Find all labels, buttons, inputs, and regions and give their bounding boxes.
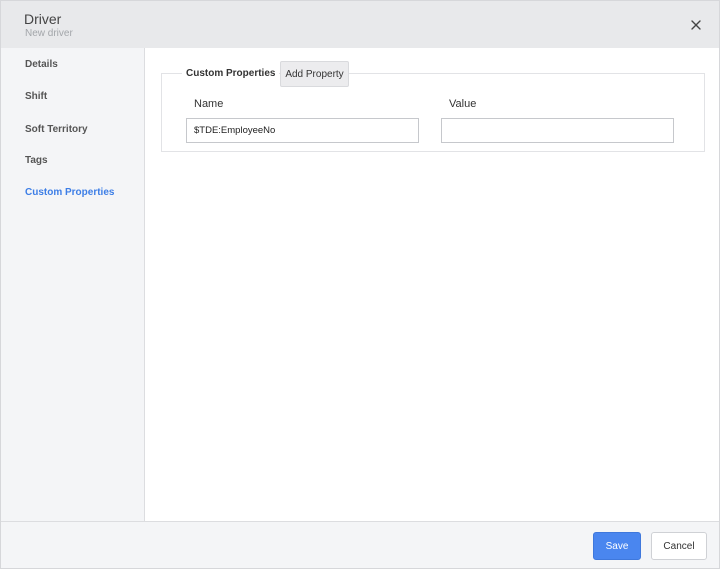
custom-properties-fieldset: Custom Properties Add Property Name Valu… (161, 61, 705, 152)
custom-properties-legend: Custom Properties (182, 68, 280, 79)
add-property-button[interactable]: Add Property (280, 61, 349, 87)
property-value-input[interactable] (441, 118, 674, 143)
sidebar-item-tags[interactable]: Tags (25, 155, 48, 166)
cancel-button[interactable]: Cancel (651, 532, 707, 560)
dialog-title: Driver (24, 11, 62, 27)
sidebar-item-shift[interactable]: Shift (25, 91, 47, 102)
main-content: Custom Properties Add Property Name Valu… (145, 48, 719, 521)
save-button[interactable]: Save (593, 532, 641, 560)
sidebar-nav: Details Shift Soft Territory Tags Custom… (1, 48, 145, 521)
value-column-header: Value (449, 98, 477, 110)
dialog-header: Driver New driver (1, 1, 719, 48)
driver-dialog: Driver New driver Details Shift Soft Ter… (0, 0, 720, 569)
sidebar-item-soft-territory[interactable]: Soft Territory (25, 124, 88, 135)
sidebar-item-custom-properties[interactable]: Custom Properties (25, 187, 114, 198)
name-column-header: Name (194, 98, 224, 110)
close-icon[interactable] (687, 16, 705, 34)
dialog-footer: Save Cancel (1, 521, 719, 568)
property-name-input[interactable] (186, 118, 419, 143)
dialog-subtitle: New driver (25, 28, 73, 39)
sidebar-item-details[interactable]: Details (25, 59, 58, 70)
